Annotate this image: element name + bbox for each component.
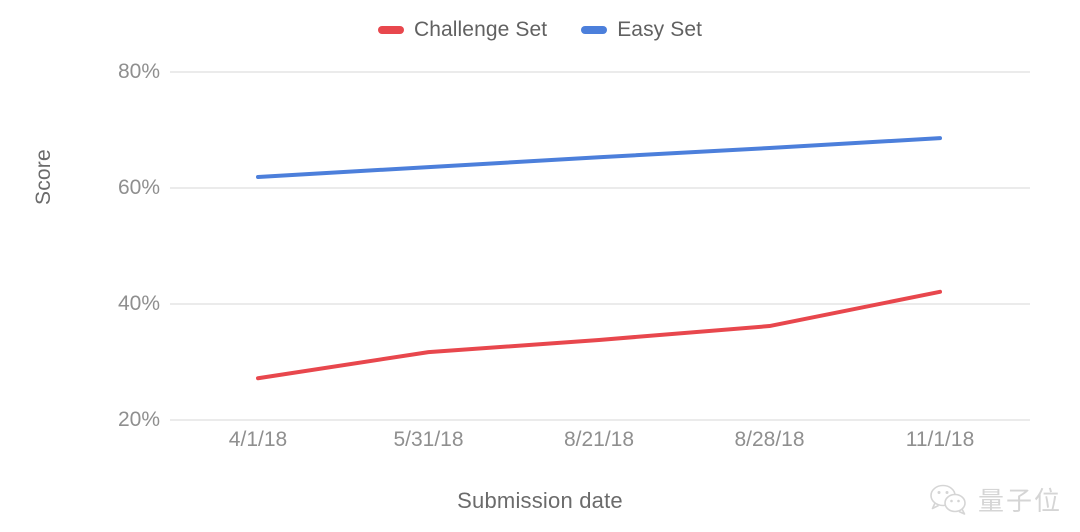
x-axis-title: Submission date xyxy=(457,488,623,513)
x-tick-label-1: 5/31/18 xyxy=(393,428,464,451)
x-tick-label-0: 4/1/18 xyxy=(228,428,288,451)
x-tick-label-3: 8/28/18 xyxy=(734,428,805,451)
line-chart: Challenge Set Easy Set 20% 40% 60% 80% 4/1/… xyxy=(0,0,1080,532)
x-tick-label-4: 11/1/18 xyxy=(905,428,975,451)
y-axis-title: Score xyxy=(32,149,55,205)
x-tick-label-2: 8/21/18 xyxy=(563,428,635,451)
x-axis-ticks: 4/1/18 5/31/18 8/21/18 8/28/18 11/1/18 xyxy=(0,0,1080,532)
